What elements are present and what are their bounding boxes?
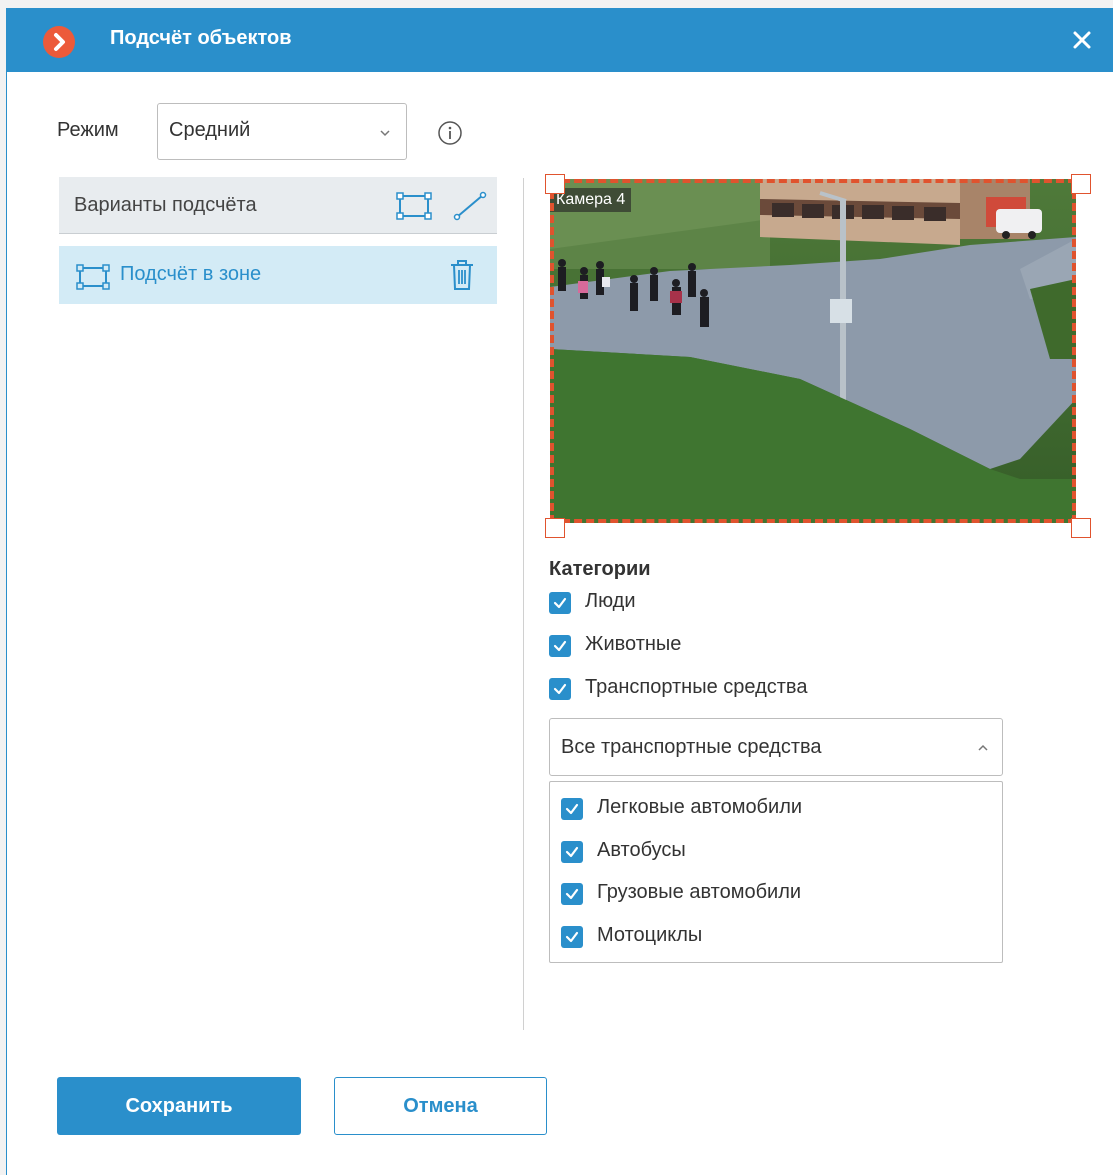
zone-rectangle-icon	[76, 264, 110, 290]
line-icon[interactable]	[453, 191, 487, 221]
dialog-title: Подсчёт объектов	[110, 27, 292, 49]
checkmark-icon	[565, 846, 579, 858]
checkmark-icon	[565, 931, 579, 943]
vehicle-type-select-value: Все транспортные средства	[561, 736, 822, 758]
checkmark-icon	[553, 597, 567, 609]
arrow-right-circle-icon	[43, 26, 75, 58]
vertical-divider	[523, 178, 524, 1030]
variant-item-zone-count[interactable]: Подсчёт в зоне	[59, 246, 497, 304]
category-label: Животные	[585, 633, 682, 655]
checkmark-icon	[553, 640, 567, 652]
vehicle-option-label: Автобусы	[597, 839, 686, 861]
vehicle-type-dropdown: Легковые автомобили Автобусы Грузовые ав…	[549, 781, 1003, 963]
chevron-up-icon	[978, 744, 988, 751]
vehicle-option-label: Легковые автомобили	[597, 796, 803, 818]
dialog: Подсчёт объектов Режим Средний Варианты …	[6, 8, 1113, 1175]
checkbox-checked	[561, 841, 583, 863]
checkbox-checked	[549, 635, 571, 657]
checkmark-icon	[565, 803, 579, 815]
categories-title: Категории	[549, 558, 651, 580]
checkbox-checked	[561, 883, 583, 905]
mode-label: Режим	[57, 119, 119, 141]
zone-handle-top-right[interactable]	[1071, 174, 1091, 194]
vehicle-option-label: Мотоциклы	[597, 924, 703, 946]
zone-rectangle-icon[interactable]	[396, 192, 432, 220]
camera-preview[interactable]: Камера 4	[545, 174, 1091, 538]
checkmark-icon	[553, 683, 567, 695]
chevron-down-icon	[380, 130, 390, 137]
vehicle-option-label: Грузовые автомобили	[597, 881, 802, 903]
detection-zone-border	[550, 179, 1076, 523]
mode-select[interactable]: Средний	[157, 103, 407, 160]
checkbox-checked	[549, 592, 571, 614]
close-button[interactable]	[1070, 28, 1094, 52]
category-label: Транспортные средства	[585, 676, 808, 698]
save-button[interactable]: Сохранить	[57, 1077, 301, 1135]
close-icon	[1073, 31, 1091, 49]
category-label: Люди	[585, 590, 636, 612]
checkbox-checked	[561, 926, 583, 948]
counting-variants-header: Варианты подсчёта	[59, 177, 497, 234]
checkbox-checked	[549, 678, 571, 700]
mode-select-value: Средний	[169, 119, 251, 141]
cancel-button[interactable]: Отмена	[334, 1077, 547, 1135]
title-bar: Подсчёт объектов	[7, 8, 1113, 72]
variant-item-label: Подсчёт в зоне	[120, 263, 262, 285]
zone-handle-bottom-right[interactable]	[1071, 518, 1091, 538]
checkmark-icon	[565, 888, 579, 900]
trash-icon[interactable]	[449, 259, 475, 291]
counting-variants-label: Варианты подсчёта	[74, 194, 257, 216]
zone-handle-top-left[interactable]	[545, 174, 565, 194]
checkbox-checked	[561, 798, 583, 820]
vehicle-type-select[interactable]: Все транспортные средства	[549, 718, 1003, 776]
info-icon[interactable]	[437, 120, 463, 146]
zone-handle-bottom-left[interactable]	[545, 518, 565, 538]
